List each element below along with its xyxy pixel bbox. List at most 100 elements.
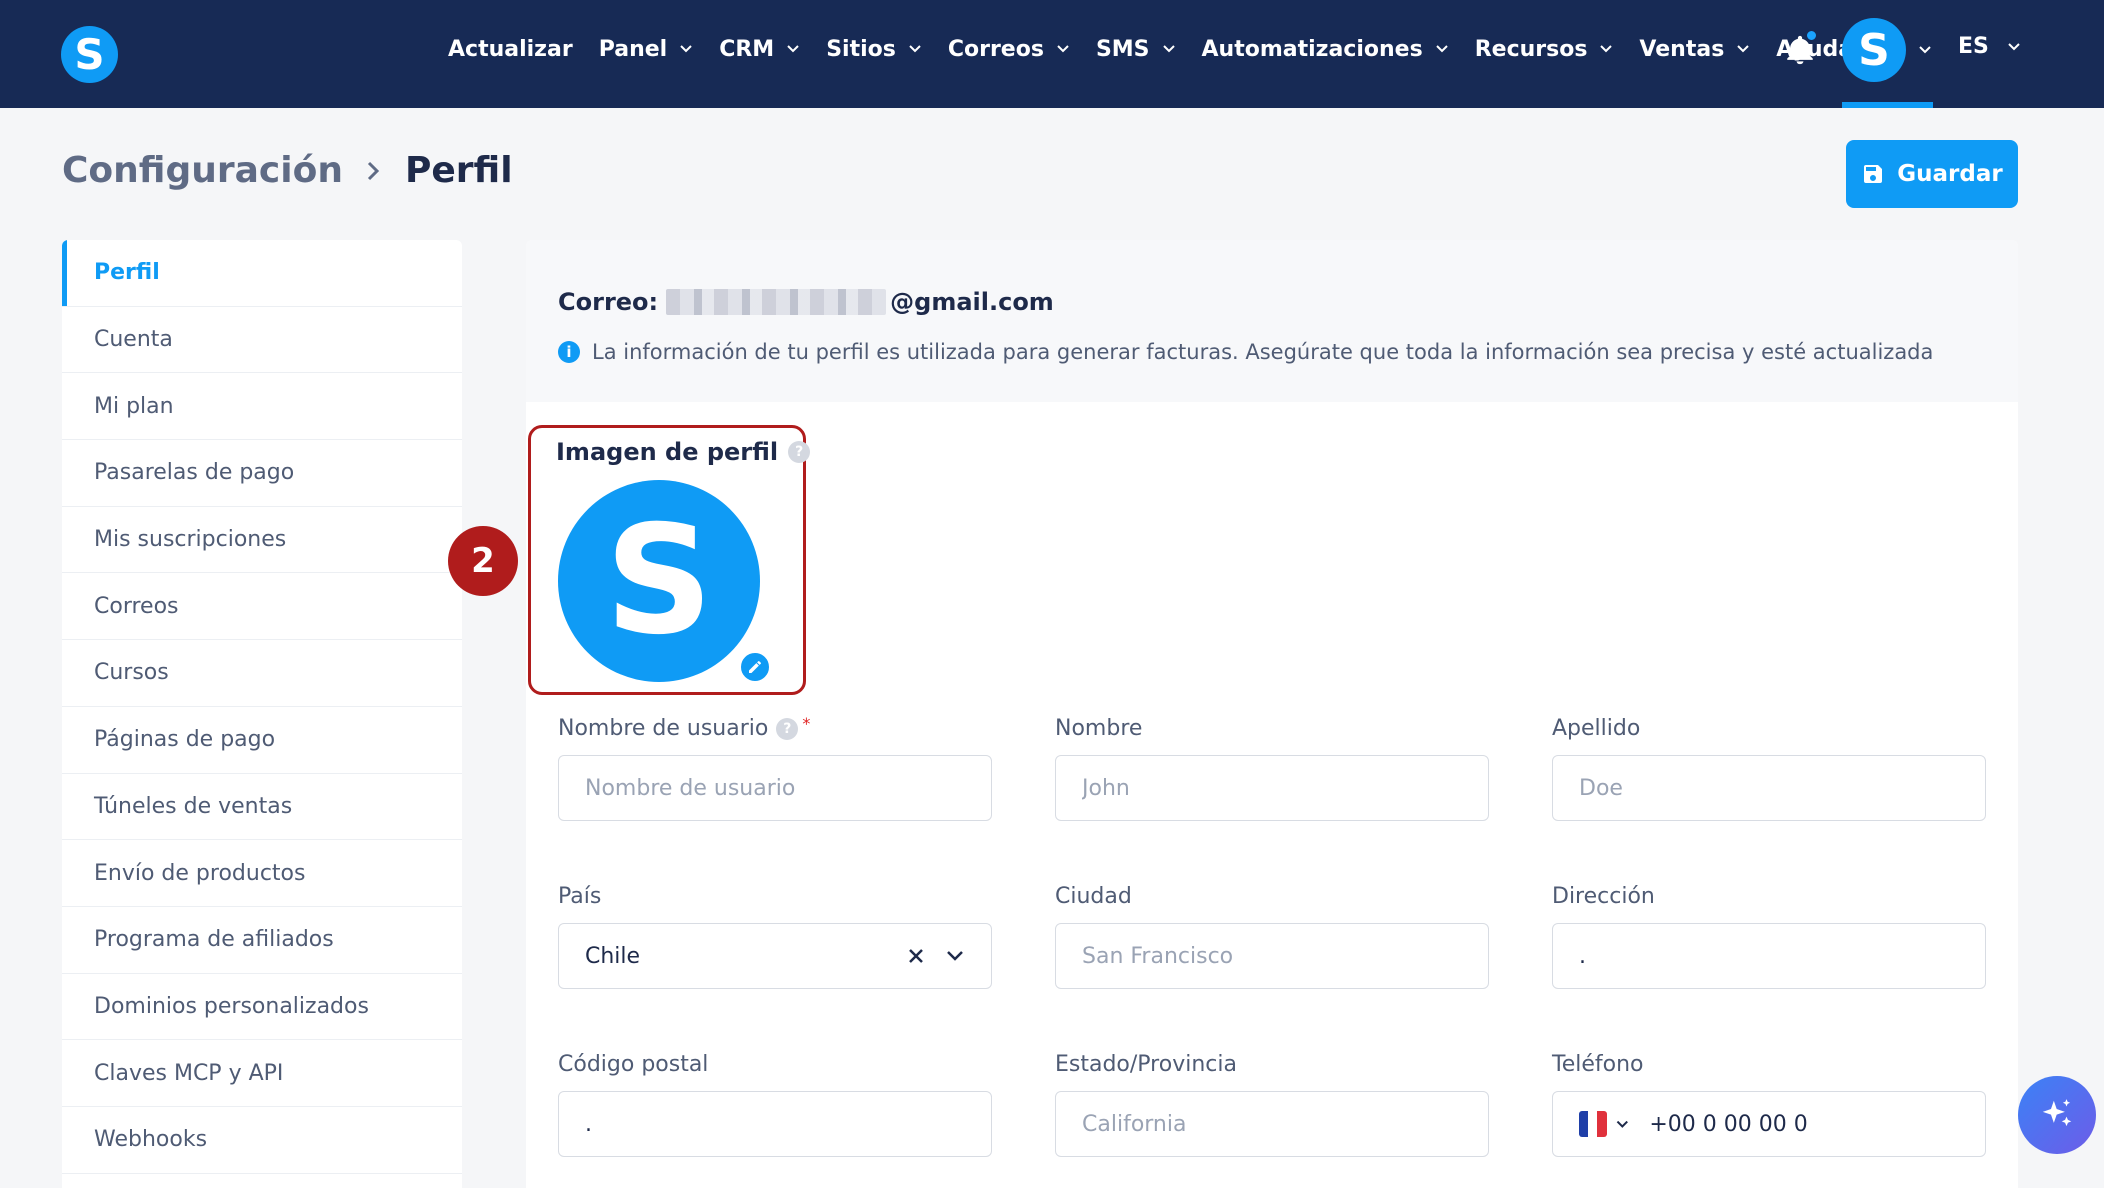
last-name-input[interactable] [1579, 775, 1959, 801]
sidebar-item-pasarelas-de-pago[interactable]: Pasarelas de pago [62, 440, 462, 507]
step-badge: 2 [448, 526, 518, 596]
sidebar-item-mi-plan[interactable]: Mi plan [62, 373, 462, 441]
required-marker: * [802, 714, 811, 733]
email-redacted [666, 289, 887, 315]
first-name-input[interactable] [1082, 775, 1462, 801]
chevron-down-icon[interactable] [1918, 43, 1932, 57]
chevron-down-icon [909, 45, 921, 53]
sidebar-item-cursos[interactable]: Cursos [62, 640, 462, 707]
nav-item-label: CRM [719, 36, 775, 62]
chevron-down-icon [1162, 45, 1175, 53]
nav-item-automatizaciones[interactable]: Automatizaciones [1202, 37, 1449, 62]
nav-item-sms[interactable]: SMS [1096, 37, 1176, 62]
save-icon [1864, 165, 1883, 183]
email-label: Correo: [558, 288, 659, 316]
info-text: La información de tu perfil es utilizada… [592, 340, 1934, 364]
sidebar-item-cuenta[interactable]: Cuenta [62, 307, 462, 374]
chevron-down-icon[interactable] [945, 946, 965, 966]
main-nav: Actualizar Panel CRM Sitios Correos SMS Automa… [448, 0, 1879, 98]
nav-item-sitios[interactable]: Sitios [826, 37, 922, 62]
state-label: Estado/Provincia [1055, 1052, 1237, 1077]
nav-item-label: Automatizaciones [1201, 36, 1423, 62]
breadcrumb-parent[interactable]: Configuración [62, 150, 343, 191]
nav-item-label: Recursos [1474, 36, 1588, 62]
chevron-down-icon [1737, 45, 1750, 53]
edit-avatar-button[interactable] [738, 650, 772, 684]
sidebar-item-dominios-personalizados[interactable]: Dominios personalizados [62, 974, 462, 1041]
help-icon[interactable]: ? [776, 717, 799, 740]
app-logo[interactable]: S [61, 26, 118, 83]
address-label: Dirección [1552, 884, 1655, 909]
username-label-text: Nombre de usuario [558, 716, 769, 741]
profile-image-label-text: Imagen de perfil [556, 438, 779, 466]
nav-item-recursos[interactable]: Recursos [1475, 37, 1614, 62]
save-button[interactable]: Guardar [1846, 140, 2018, 208]
nav-item-panel[interactable]: Panel [599, 37, 694, 62]
nav-item-label: Correos [947, 36, 1044, 62]
profile-card: Correo: @gmail.com i La información de t… [526, 240, 2018, 1188]
phone-field[interactable] [1552, 1091, 1986, 1157]
chevron-right-icon [367, 161, 380, 180]
sidebar-item-páginas-de-pago[interactable]: Páginas de pago [62, 707, 462, 774]
breadcrumb: Configuración Perfil [62, 150, 513, 191]
language-selector[interactable]: ES [1958, 34, 2021, 59]
ai-assistant-button[interactable] [2018, 1076, 2096, 1154]
country-label: País [558, 884, 602, 909]
language-label: ES [1958, 34, 1989, 59]
chevron-down-icon [680, 45, 692, 53]
username-field[interactable] [558, 755, 992, 821]
address-field[interactable] [1552, 923, 1986, 989]
chevron-down-icon[interactable] [1615, 1115, 1630, 1133]
top-navbar: S Actualizar Panel CRM Sitios Correos SMS Auto… [0, 0, 2104, 108]
france-flag-icon[interactable] [1579, 1111, 1607, 1137]
address-input[interactable] [1579, 943, 1959, 969]
state-input[interactable] [1082, 1111, 1462, 1137]
nav-item-ventas[interactable]: Ventas [1639, 37, 1750, 62]
profile-avatar[interactable]: S [558, 480, 760, 682]
city-field[interactable] [1055, 923, 1489, 989]
nav-item-label: Sitios [826, 36, 896, 62]
phone-label: Teléfono [1552, 1052, 1644, 1077]
phone-input[interactable] [1649, 1111, 1959, 1137]
state-field[interactable] [1055, 1091, 1489, 1157]
pencil-icon [749, 660, 762, 673]
chevron-down-icon [1435, 45, 1448, 53]
chevron-down-icon [2008, 42, 2020, 50]
sparkles-icon [2042, 1099, 2072, 1127]
first-name-field[interactable] [1055, 755, 1489, 821]
city-label: Ciudad [1055, 884, 1132, 909]
active-indicator [1842, 102, 1933, 108]
last-name-field[interactable] [1552, 755, 1986, 821]
username-input[interactable] [585, 775, 965, 801]
sidebar-item-envío-de-productos[interactable]: Envío de productos [62, 840, 462, 907]
notification-dot [1805, 29, 1818, 42]
nav-item-label: Panel [598, 36, 668, 62]
postal-code-input[interactable] [585, 1111, 965, 1137]
nav-item-actualizar[interactable]: Actualizar [448, 37, 573, 62]
username-label: Nombre de usuario ? * [558, 714, 811, 741]
profile-card-header: Correo: @gmail.com i La información de t… [526, 240, 2018, 402]
clear-icon[interactable] [907, 947, 925, 965]
user-avatar[interactable]: S [1842, 18, 1906, 82]
sidebar-item-perfil[interactable]: Perfil [62, 240, 462, 307]
info-icon: i [558, 341, 580, 363]
sidebar-item-túneles-de-ventas[interactable]: Túneles de ventas [62, 774, 462, 841]
nav-item-crm[interactable]: CRM [719, 37, 800, 62]
help-icon[interactable]: ? [788, 441, 811, 463]
chevron-down-icon [787, 45, 799, 53]
nav-item-correos[interactable]: Correos [948, 37, 1070, 62]
email-domain: @gmail.com [890, 288, 1054, 316]
first-name-label: Nombre [1055, 716, 1143, 741]
last-name-label: Apellido [1552, 716, 1641, 741]
page-title: Perfil [404, 150, 513, 191]
sidebar-item-claves-mcp-y-api[interactable]: Claves MCP y API [62, 1040, 462, 1107]
sidebar-item-webhooks[interactable]: Webhooks [62, 1107, 462, 1174]
sidebar-item-correos[interactable]: Correos [62, 573, 462, 641]
nav-item-label: SMS [1095, 36, 1150, 62]
postal-code-field[interactable] [558, 1091, 992, 1157]
country-select[interactable]: Chile [558, 923, 992, 989]
city-input[interactable] [1082, 943, 1462, 969]
sidebar-item-programa-de-afiliados[interactable]: Programa de afiliados [62, 907, 462, 974]
sidebar-item-mis-suscripciones[interactable]: Mis suscripciones [62, 507, 462, 574]
settings-sidebar: Perfil Cuenta Mi plan Pasarelas de pago Mis … [62, 240, 462, 1188]
